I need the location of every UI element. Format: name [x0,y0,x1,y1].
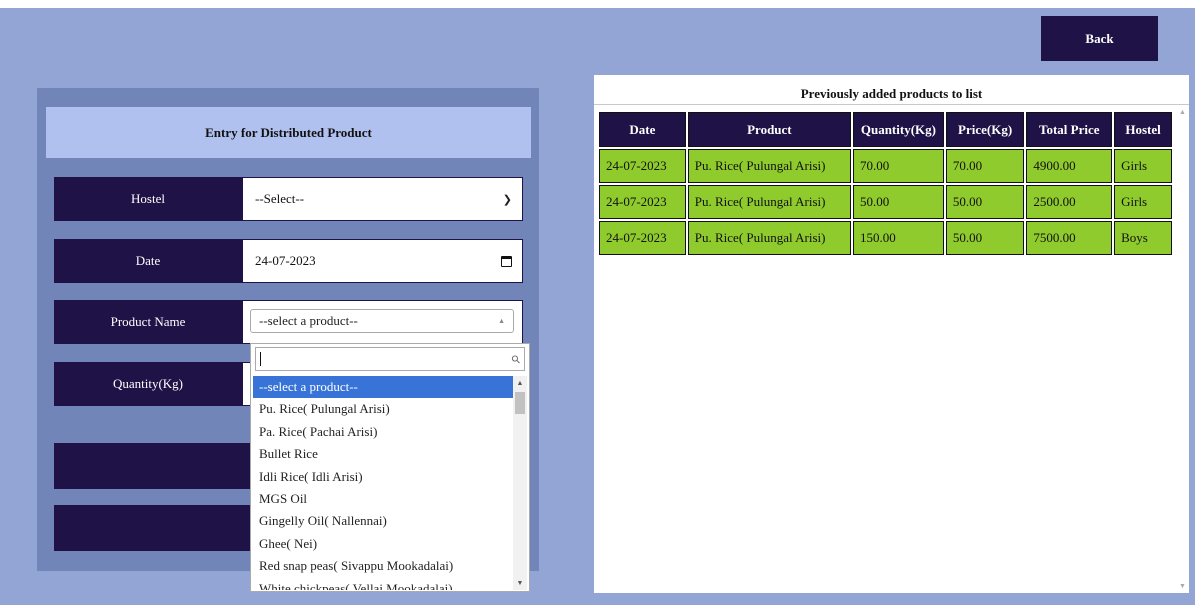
chevron-down-icon: ❯ [502,193,512,206]
table-cell: 50.00 [852,185,944,219]
table-row: 24-07-2023 Pu. Rice( Pulungal Arisi) 50.… [599,185,1172,219]
table-cell: Girls [1114,185,1172,219]
dropdown-scrollbar[interactable]: ▲ ▼ [513,376,527,590]
table-cell: 24-07-2023 [599,149,686,183]
table-title: Previously added products to list [800,86,983,101]
table-cell: Pu. Rice( Pulungal Arisi) [687,185,851,219]
column-header: Total Price [1026,112,1113,147]
divider [594,104,1189,105]
scroll-thumb[interactable] [515,392,525,414]
table-row: 24-07-2023 Pu. Rice( Pulungal Arisi) 70.… [599,149,1172,183]
table-cell: Girls [1114,149,1172,183]
dropdown-option[interactable]: Idli Rice( Idli Arisi) [253,466,515,488]
table-row: 24-07-2023 Pu. Rice( Pulungal Arisi) 150… [599,221,1172,255]
table-cell: 70.00 [945,149,1025,183]
calendar-icon[interactable] [501,255,512,267]
form-title: Entry for Distributed Product [46,107,531,158]
table-cell: 24-07-2023 [599,221,686,255]
back-button[interactable]: Back [1041,16,1158,61]
column-header: Product [687,112,851,147]
table-cell: Pu. Rice( Pulungal Arisi) [687,149,851,183]
dropdown-option[interactable]: Gingelly Oil( Nallennai) [253,510,515,532]
scroll-up-icon[interactable]: ▲ [1179,108,1186,116]
table-cell: 70.00 [852,149,944,183]
dropdown-option[interactable]: MGS Oil [253,488,515,510]
scroll-down-icon[interactable]: ▼ [513,576,527,590]
table-cell: 50.00 [945,221,1025,255]
product-select-value: --select a product-- [259,313,358,328]
dropdown-option[interactable]: Ghee( Nei) [253,533,515,555]
table-cell: 150.00 [852,221,944,255]
dropdown-option[interactable]: Red snap peas( Sivappu Mookadalai) [253,555,515,577]
table-header-row: Date Product Quantity(Kg) Price(Kg) Tota… [599,112,1172,147]
dropdown-options-list: --select a product-- Pu. Rice( Pulungal … [253,376,515,590]
table-cell: Pu. Rice( Pulungal Arisi) [687,221,851,255]
dropdown-option[interactable]: Pu. Rice( Pulungal Arisi) [253,398,515,420]
product-dropdown: ⚲ --select a product-- Pu. Rice( Pulunga… [250,343,530,592]
date-label: Date [54,239,242,283]
dropdown-option[interactable]: --select a product-- [253,376,515,399]
column-header: Date [599,112,686,147]
column-header: Price(Kg) [945,112,1025,147]
products-table: Date Product Quantity(Kg) Price(Kg) Tota… [597,110,1174,257]
quantity-label: Quantity(Kg) [54,362,242,406]
triangle-up-icon: ▲ [498,317,505,325]
table-cell: 24-07-2023 [599,185,686,219]
table-cell: 7500.00 [1026,221,1113,255]
scroll-down-icon[interactable]: ▼ [1179,582,1186,590]
dropdown-option[interactable]: Pa. Rice( Pachai Arisi) [253,421,515,443]
dropdown-option[interactable]: White chickpeas( Vellai Mookadalai) [253,578,515,590]
hostel-select[interactable]: --Select-- ❯ [242,177,523,221]
hostel-label: Hostel [54,177,242,221]
dropdown-search-input[interactable]: ⚲ [255,347,525,371]
column-header: Hostel [1114,112,1172,147]
text-caret [260,352,261,366]
search-icon: ⚲ [509,352,524,367]
hostel-select-value: --Select-- [255,191,305,206]
product-name-label: Product Name [54,300,242,344]
product-select[interactable]: --select a product-- ▲ [250,309,514,333]
table-cell: 4900.00 [1026,149,1113,183]
date-input-value: 24-07-2023 [255,253,316,268]
dropdown-option[interactable]: Bullet Rice [253,443,515,465]
column-header: Quantity(Kg) [852,112,944,147]
table-cell: 2500.00 [1026,185,1113,219]
table-scrollbar[interactable]: ▲ ▼ [1177,106,1189,592]
table-cell: 50.00 [945,185,1025,219]
table-cell: Boys [1114,221,1172,255]
date-input[interactable]: 24-07-2023 [242,239,523,283]
scroll-up-icon[interactable]: ▲ [513,376,527,390]
